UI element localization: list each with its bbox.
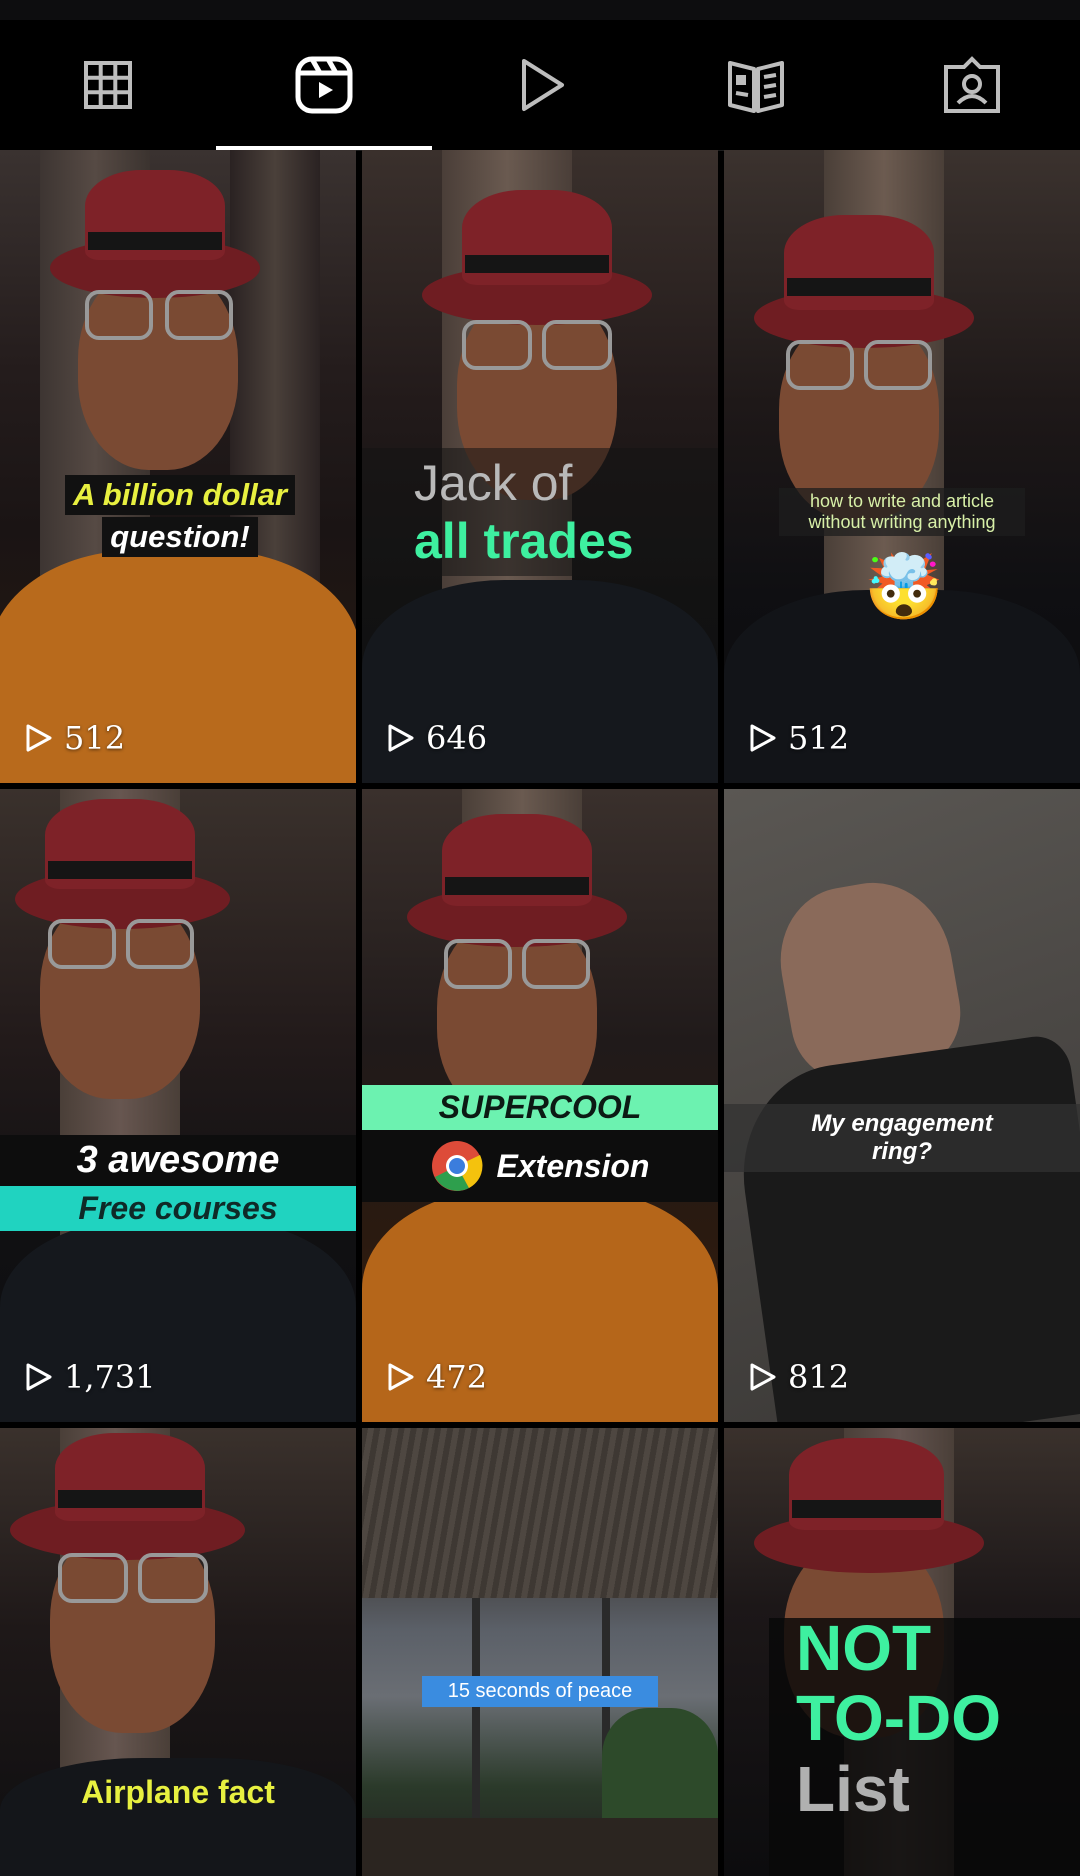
view-count: 646 (384, 719, 487, 757)
play-count-icon (26, 1363, 52, 1391)
tree (602, 1708, 718, 1828)
reel-tile[interactable]: 15 seconds of peace (362, 1428, 718, 1876)
caption-line-2: Free courses (0, 1186, 356, 1231)
caption-line-1: 3 awesome (0, 1135, 356, 1186)
view-count-value: 1,731 (64, 1358, 156, 1396)
reel-tile[interactable]: My engagement ring? 812 (724, 789, 1080, 1422)
view-count-value: 812 (788, 1358, 850, 1396)
tab-grid[interactable] (0, 20, 216, 150)
caption-line-3: List (796, 1752, 910, 1825)
reel-caption: how to write and article without writing… (779, 488, 1025, 536)
profile-tab-bar (0, 20, 1080, 151)
play-icon (522, 59, 564, 111)
caption-line-2: TO-DO (796, 1682, 1002, 1755)
view-count: 812 (746, 1358, 849, 1396)
caption-line-1: how to write and article (809, 491, 995, 511)
tab-tagged[interactable] (864, 20, 1080, 150)
caption-line-2: all trades (414, 513, 634, 569)
reel-caption: SUPERCOOL Extension (362, 1085, 718, 1202)
reel-caption: 3 awesome Free courses (0, 1135, 356, 1231)
reel-tile[interactable]: NOT TO-DO List (724, 1428, 1080, 1876)
reel-caption: A billion dollar question! (55, 475, 305, 557)
guide-icon (728, 61, 784, 113)
reel-caption: Jack of all trades (362, 448, 718, 576)
caption-line-2: without writing anything (808, 512, 996, 532)
status-strip (0, 0, 1080, 20)
play-count-icon (388, 724, 414, 752)
caption-line-1: SUPERCOOL (362, 1085, 718, 1130)
view-count: 512 (746, 719, 849, 757)
view-count-value: 512 (64, 719, 126, 757)
caption-line-2: Extension (496, 1147, 650, 1184)
view-count: 1,731 (22, 1358, 156, 1396)
reel-caption: 15 seconds of peace (422, 1676, 658, 1707)
reel-caption: Airplane fact (0, 1774, 356, 1811)
view-count: 472 (384, 1358, 487, 1396)
thatched-roof (362, 1428, 718, 1598)
play-count-icon (26, 724, 52, 752)
view-count-value: 472 (426, 1358, 488, 1396)
play-count-icon (388, 1363, 414, 1391)
view-count-value: 512 (788, 719, 850, 757)
deck (362, 1818, 718, 1876)
reel-tile[interactable]: how to write and article without writing… (724, 150, 1080, 783)
caption-line-2: question! (102, 517, 258, 557)
tab-reels[interactable] (216, 20, 432, 150)
tab-videos[interactable] (432, 20, 648, 150)
caption-line-2: ring? (872, 1138, 932, 1165)
grid-icon (84, 61, 132, 109)
caption-line-1: Airplane fact (81, 1774, 275, 1810)
view-count-value: 646 (426, 719, 488, 757)
chrome-icon (431, 1141, 482, 1191)
tagged-icon (944, 56, 1000, 113)
exploding-head-emoji: 🤯 (864, 551, 944, 623)
reel-tile[interactable]: Jack of all trades 646 (362, 150, 718, 783)
play-count-icon (750, 724, 776, 752)
caption-line-1: A billion dollar (64, 475, 296, 515)
reel-caption: My engagement ring? (724, 1104, 1080, 1172)
view-count: 512 (22, 719, 125, 757)
reels-icon (295, 56, 353, 114)
play-count-icon (750, 1363, 776, 1391)
caption-line-1: My engagement (811, 1110, 993, 1137)
reel-tile[interactable]: 3 awesome Free courses 1,731 (0, 789, 356, 1422)
reel-caption: NOT TO-DO List (796, 1612, 1076, 1825)
caption-line-1: 15 seconds of peace (447, 1680, 633, 1702)
reel-tile[interactable]: SUPERCOOL Extension 472 (362, 789, 718, 1422)
caption-line-1: NOT (796, 1612, 932, 1684)
tab-guides[interactable] (648, 20, 864, 150)
reel-tile[interactable]: Airplane fact (0, 1428, 356, 1876)
reel-tile[interactable]: A billion dollar question! 512 (0, 150, 356, 783)
caption-line-1: Jack of (414, 455, 573, 511)
